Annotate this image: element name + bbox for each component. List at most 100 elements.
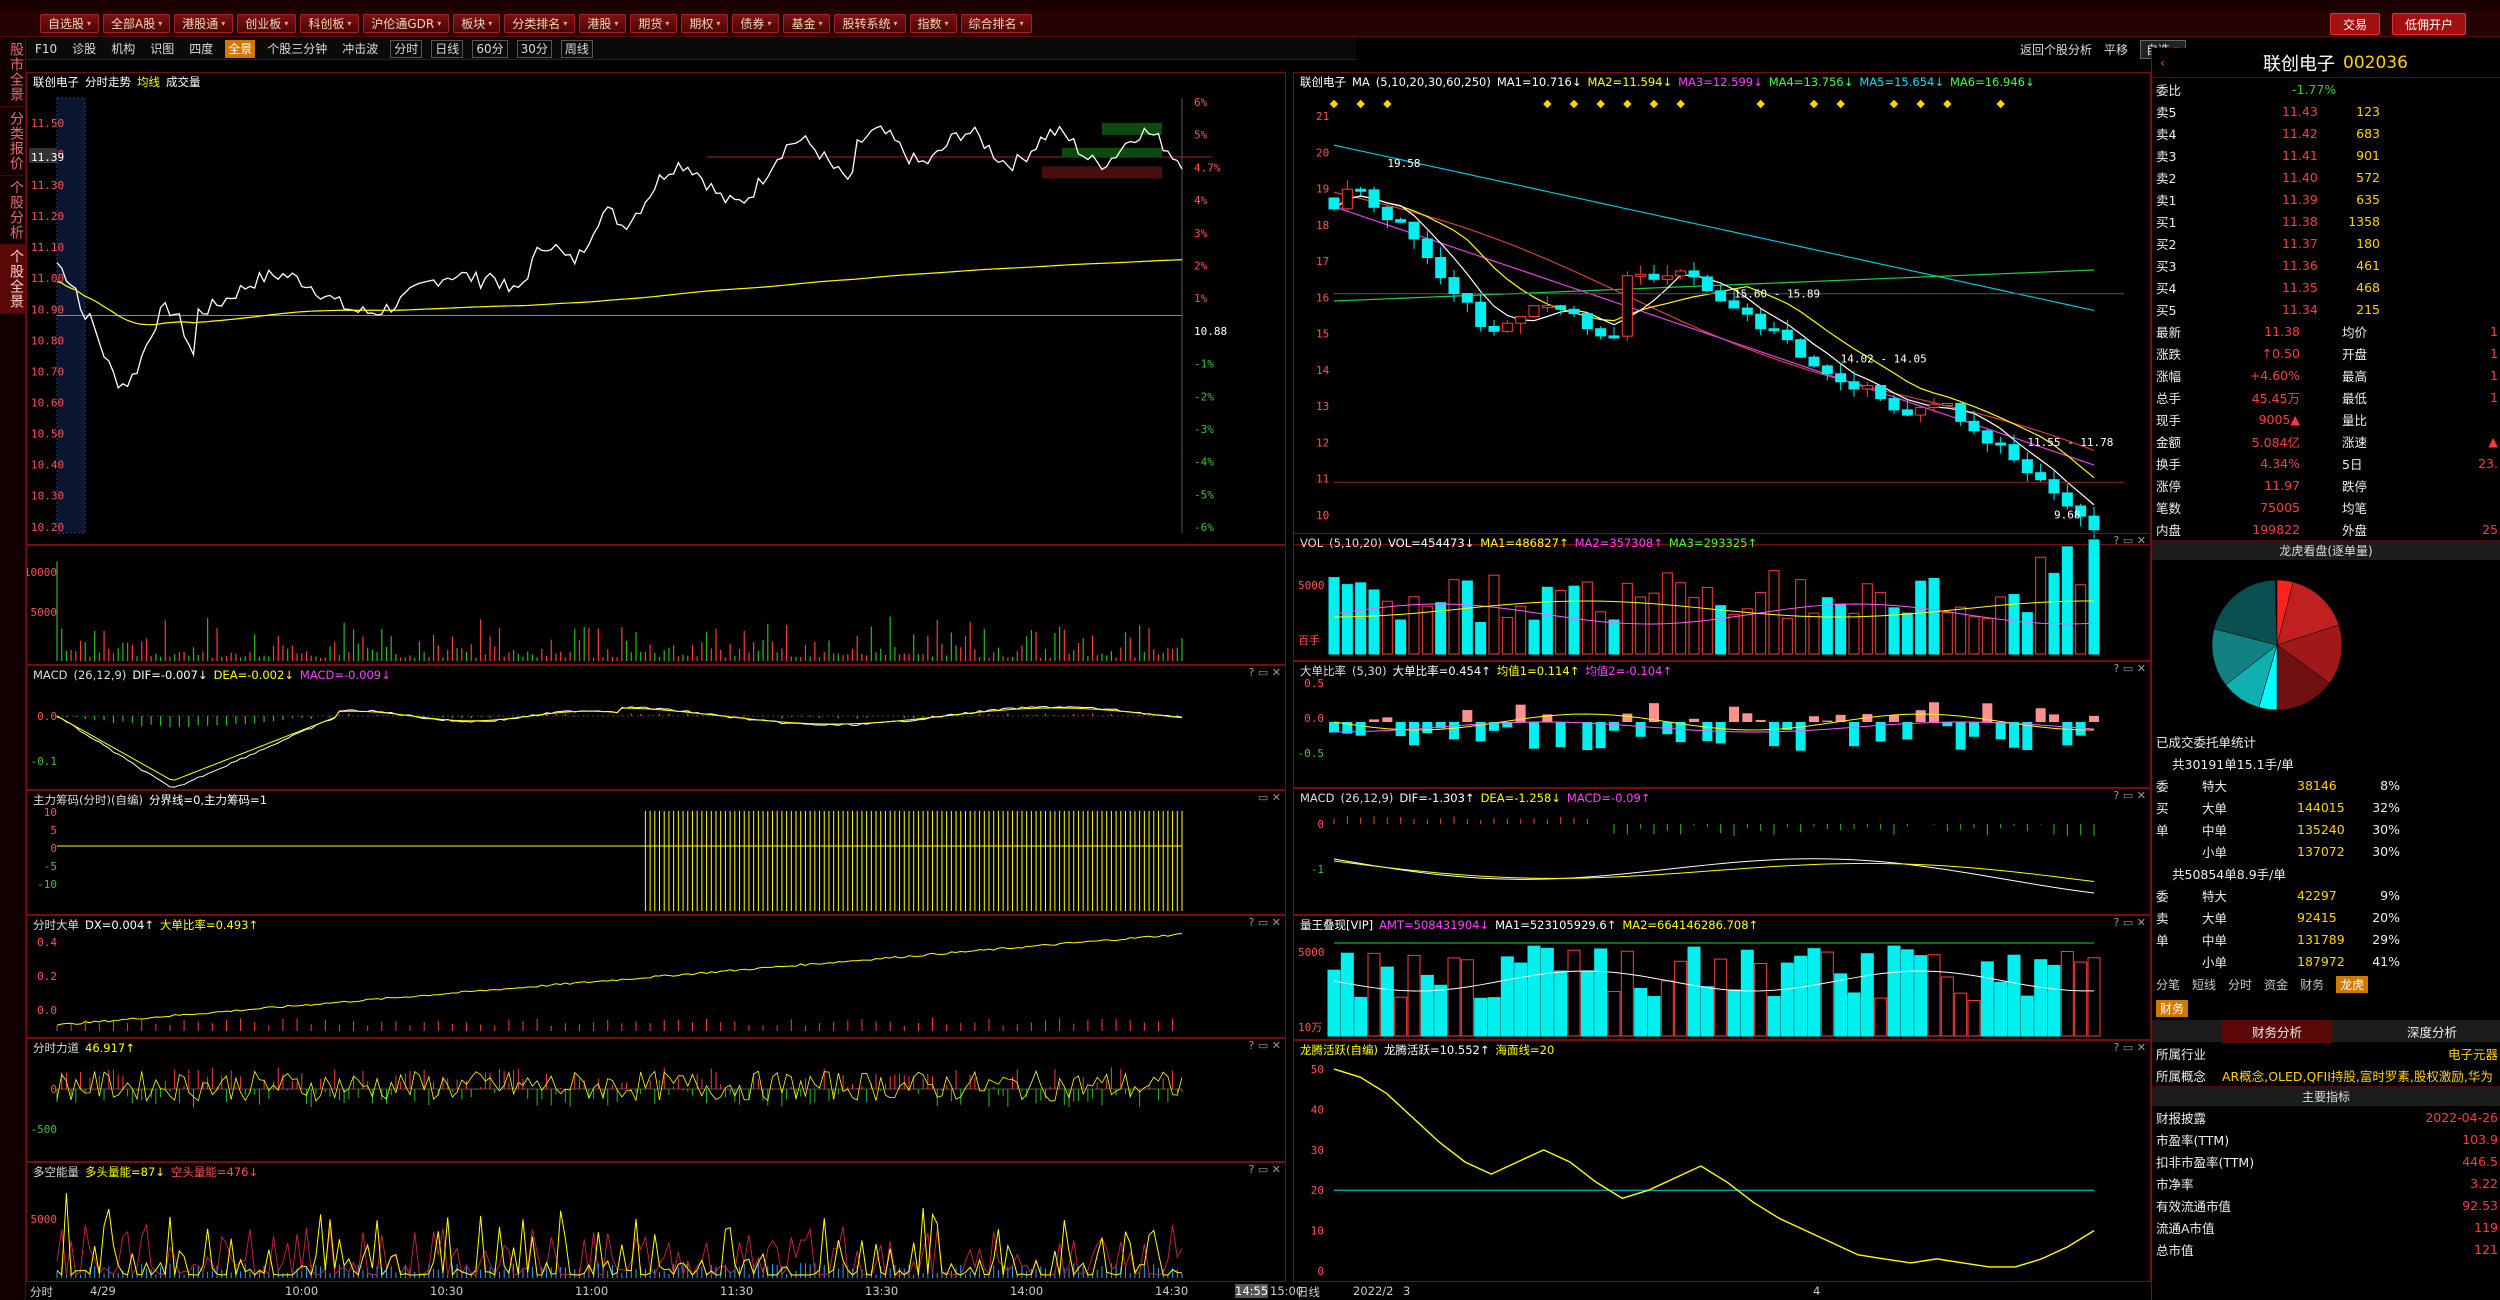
force-chart[interactable]: 0 -500 <box>27 1039 1286 1162</box>
flat-button[interactable]: 平移 <box>2104 41 2128 58</box>
side-tab-3[interactable]: 个股全景 <box>0 245 26 314</box>
tab-5[interactable]: 全景 <box>225 39 256 58</box>
tab-4[interactable]: 四度 <box>186 40 216 58</box>
trade-button[interactable]: 交易 <box>2329 13 2380 35</box>
lw-bar <box>2034 959 2048 1037</box>
ld-tick: -500 <box>31 1123 58 1136</box>
open-account-button[interactable]: 低佣开户 <box>2391 13 2466 35</box>
dragon-active-chart[interactable]: 50 40 30 20 10 0 <box>1294 1041 2151 1282</box>
main-indicators-title: 主要指标 <box>2152 1086 2500 1106</box>
quote-tab-2[interactable]: 分时 <box>2228 976 2252 993</box>
toolbar-btn-14[interactable]: 指数 ▾ <box>909 13 957 33</box>
toolbar-btn-9[interactable]: 期货 ▾ <box>630 13 678 33</box>
x-label: 13:30 <box>865 1284 899 1298</box>
quote-tab-4[interactable]: 财务 <box>2300 976 2324 993</box>
tab-6[interactable]: 个股三分钟 <box>264 40 330 58</box>
bid-row-cell: 11.38 <box>2282 213 2318 229</box>
bull-bear-chart[interactable]: 5000 <box>27 1163 1286 1282</box>
intraday-macd-chart[interactable]: 0.0 -0.1 <box>27 666 1286 790</box>
candle-body <box>2021 459 2033 474</box>
candle-body <box>1768 328 1780 332</box>
tab-2[interactable]: 机构 <box>108 40 138 58</box>
kdd-bar <box>1409 722 1419 746</box>
toolbar-btn-1[interactable]: 全部A股 ▾ <box>103 13 171 33</box>
chevron-down-icon: ▾ <box>665 18 670 28</box>
x-label: 14:55 <box>1235 1284 1269 1298</box>
toolbar-btn-6[interactable]: 板块 ▾ <box>453 13 501 33</box>
tab-11[interactable]: 30分 <box>516 39 552 58</box>
kdd-bar <box>1809 716 1819 722</box>
quote-tab-5[interactable]: 龙虎 <box>2336 975 2369 993</box>
price-annotation: 19.58 <box>1387 157 1420 170</box>
lw-bar <box>1474 997 1488 1037</box>
big-order-chart[interactable]: 0.4 0.2 0.0 <box>27 916 1286 1038</box>
price-tick: 10.30 <box>31 490 64 503</box>
candle-body <box>1381 206 1393 221</box>
tab-0[interactable]: F10 <box>32 40 60 58</box>
x-label: 4/29 <box>90 1284 116 1298</box>
toolbar-btn-13[interactable]: 股转系统 ▾ <box>834 13 906 33</box>
intraday-volume-chart[interactable]: 10000 5000 <box>27 546 1286 665</box>
back-button[interactable]: 返回个股分析 <box>2020 41 2092 58</box>
side-tab-0[interactable]: 股市全景 <box>0 38 26 107</box>
toolbar-btn-15[interactable]: 综合排名 ▾ <box>960 13 1032 33</box>
tab-10[interactable]: 60分 <box>472 39 508 58</box>
fin-row-cell: 市净率 <box>2156 1176 2194 1192</box>
fin-sub-0[interactable]: 财务分析 <box>2222 1019 2333 1043</box>
fin-sub-1[interactable]: 深度分析 <box>2407 1022 2457 1041</box>
toolbar-btn-10[interactable]: 期权 ▾ <box>681 13 729 33</box>
volume-king-chart[interactable]: 5000 10万 <box>1294 916 2151 1040</box>
quote-tab-1[interactable]: 短线 <box>2192 976 2216 993</box>
main-chips-chart[interactable]: 10 5 0 -5 -10 <box>27 791 1286 915</box>
tab-8[interactable]: 分时 <box>390 39 423 58</box>
daily-macd-chart[interactable]: 0 -1 <box>1294 789 2151 915</box>
fin-row-cell: 446.5 <box>2462 1153 2498 1169</box>
toolbar-btn-11[interactable]: 债券 ▾ <box>732 13 780 33</box>
back-arrow-icon[interactable]: ‹ <box>2160 55 2165 70</box>
toolbar-btn-12[interactable]: 基金 ▾ <box>783 13 831 33</box>
tab-1[interactable]: 诊股 <box>69 40 99 58</box>
toolbar-btn-5[interactable]: 沪伦通GDR ▾ <box>363 13 450 33</box>
toolbar-btn-3[interactable]: 创业板 ▾ <box>237 13 297 33</box>
daily-volume-chart[interactable]: 5000 百手 <box>1294 534 2151 661</box>
daily-bigorder-chart[interactable]: 0.5 0.0 -0.5 <box>1294 662 2151 788</box>
tab-7[interactable]: 冲击波 <box>339 40 381 58</box>
vol-bar <box>1635 596 1647 655</box>
stat-row-cell: 均价 <box>2342 324 2368 340</box>
ask-row-cell: 11.41 <box>2282 147 2318 163</box>
lt-tick: 40 <box>1311 1103 1324 1116</box>
toolbar-btn-label: 期权 <box>689 16 714 31</box>
volume-king-panel: 量王叠现[VIP] AMT=508431904↓ MA1=523105929.6↑ M… <box>1293 915 2151 1040</box>
ask-row: 卖3 11.41 901 <box>2152 144 2500 166</box>
quote-tab-0[interactable]: 分笔 <box>2156 976 2180 993</box>
candle-body <box>1661 275 1673 280</box>
daily-kline-chart[interactable]: 21 20 19 18 17 16 15 14 13 12 11 10 19.58 15.60 - 15.… <box>1294 73 2151 545</box>
toolbar-btn-2[interactable]: 港股通 ▾ <box>174 13 234 33</box>
side-tab-2[interactable]: 个股分析 <box>0 176 26 245</box>
toolbar-btn-7[interactable]: 分类排名 ▾ <box>504 13 576 33</box>
price-tick: 11.50 <box>31 117 64 130</box>
vol-bar <box>1968 616 1980 655</box>
stat-row-cell: 4.34% <box>2260 455 2300 471</box>
toolbar-btn-8[interactable]: 港股 ▾ <box>579 13 627 33</box>
daily-macd-panel: MACD (26,12,9) DIF=-1.303↑ DEA=-1.258↓ MACD=… <box>1293 788 2151 915</box>
buy-order-row-cell: 30% <box>2372 821 2400 837</box>
toolbar-btn-4[interactable]: 科创板 ▾ <box>300 13 360 33</box>
buy-order-row-cell: 中单 <box>2202 822 2228 838</box>
concept-row-cell: 所属概念 <box>2156 1068 2207 1084</box>
toolbar-btn-label: 全部A股 <box>111 16 156 31</box>
candle-body <box>1995 442 2007 446</box>
candle-body <box>1861 385 1873 390</box>
pct-tick: 10.88 <box>1194 325 1227 338</box>
bid-row-cell: 11.36 <box>2282 257 2318 273</box>
intraday-price-chart[interactable]: 11.5011.4011.3911.3011.2011.1011.0010.90… <box>27 73 1286 545</box>
tab-3[interactable]: 识图 <box>147 40 177 58</box>
tab-9[interactable]: 日线 <box>431 39 464 58</box>
side-tab-1[interactable]: 分类报价 <box>0 107 26 176</box>
tab-12[interactable]: 周线 <box>560 39 593 58</box>
bid-row: 买5 11.34 215 <box>2152 298 2500 320</box>
toolbar-btn-0[interactable]: 自选股 ▾ <box>40 13 100 33</box>
quote-tab-3[interactable]: 资金 <box>2264 976 2288 993</box>
fin-tab[interactable]: 财务 <box>2156 999 2189 1017</box>
lw-bar <box>1594 948 1608 1037</box>
